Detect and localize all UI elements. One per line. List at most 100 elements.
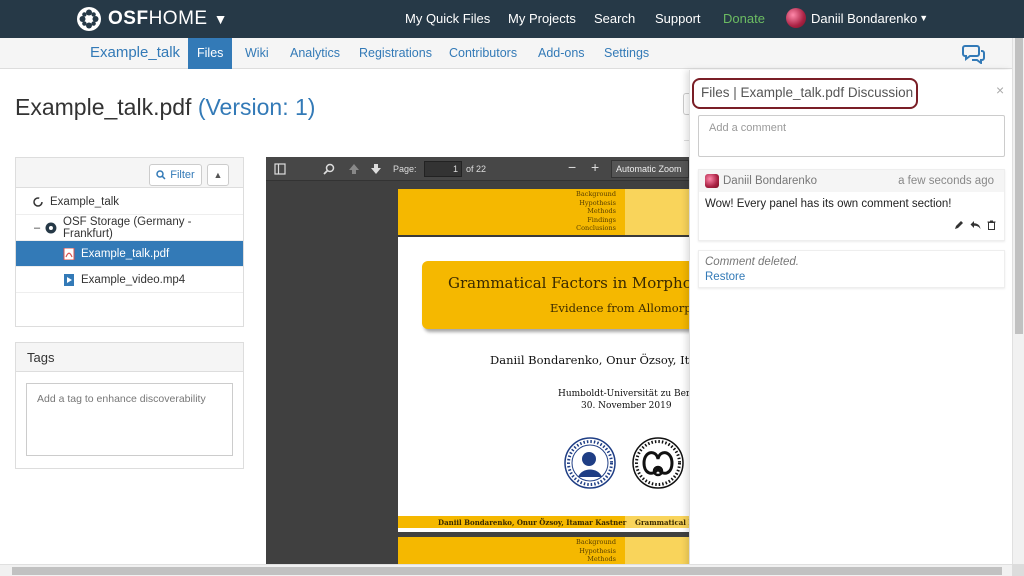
edit-pencil-icon[interactable] [954, 220, 964, 230]
file-tree-header: Filter ▲ [16, 158, 243, 188]
video-file-icon [64, 273, 74, 286]
sidebar-toggle-icon[interactable] [274, 163, 286, 175]
outline-item: Hypothesis [579, 546, 616, 555]
slide-divider [398, 235, 691, 237]
user-menu[interactable]: Daniil Bondarenko ▼ [786, 8, 928, 28]
brand-suffix: HOME [148, 8, 208, 29]
tree-row-storage[interactable]: – OSF Storage (Germany - Frankfurt) [16, 215, 243, 241]
slide-date: 30. November 2019 [581, 401, 672, 411]
tab-add-ons[interactable]: Add-ons [529, 38, 594, 69]
comments-icon[interactable] [962, 44, 986, 64]
vertical-scrollbar[interactable] [1012, 38, 1024, 564]
outline-item: Methods [587, 207, 616, 216]
tab-contributors[interactable]: Contributors [440, 38, 526, 69]
nav-support[interactable]: Support [655, 11, 701, 26]
filter-button[interactable]: Filter [149, 164, 202, 186]
comment-author[interactable]: Daniil Bondarenko [723, 175, 817, 187]
search-icon [156, 170, 166, 180]
outline-item: Background [576, 190, 616, 198]
trash-icon[interactable] [987, 220, 996, 230]
pdf-next-page: Background Hypothesis Methods [398, 537, 691, 564]
reply-icon[interactable] [970, 220, 981, 230]
slide-header-right [625, 537, 691, 564]
page-number-input[interactable]: 1 [424, 161, 462, 177]
slide-title: Grammatical Factors in Morpholo [448, 274, 691, 292]
file-title: Example_talk.pdf (Version: 1) [15, 94, 315, 121]
humboldt-seal-icon [564, 437, 616, 489]
project-spinner-icon [33, 196, 43, 207]
discussion-title: Files | Example_talk.pdf Discussion [692, 78, 918, 109]
slide-institution: Humboldt-Universität zu Berli [558, 389, 691, 399]
osf-logo-icon [77, 7, 101, 31]
outline-item: Conclusions [576, 224, 616, 233]
nav-donate[interactable]: Donate [723, 11, 765, 26]
user-name: Daniil Bondarenko [811, 10, 918, 26]
outline-item: Hypothesis [579, 198, 616, 207]
slide-authors: Daniil Bondarenko, Onur Özsoy, Ita [490, 353, 691, 367]
comment: Daniil Bondarenko a few seconds ago Wow!… [698, 169, 1005, 241]
avatar [705, 174, 719, 188]
tree-row-video[interactable]: Example_video.mp4 [16, 267, 243, 293]
tags-panel: Tags Add a tag to enhance discoverabilit… [15, 342, 244, 469]
tab-files[interactable]: Files [188, 38, 233, 69]
close-icon[interactable]: × [996, 82, 1004, 98]
slide-header-right [625, 189, 691, 235]
outline-item: Background [576, 538, 616, 546]
tab-registrations[interactable]: Registrations [350, 38, 441, 69]
scrollbar-corner [1012, 564, 1024, 576]
chevron-up-icon: ▲ [213, 170, 223, 180]
tree-row-pdf[interactable]: Example_talk.pdf [16, 241, 243, 267]
outline-item: Methods [587, 555, 616, 564]
restore-link[interactable]: Restore [705, 271, 745, 283]
osf-storage-icon [45, 222, 57, 233]
collapse-minus-icon[interactable]: – [34, 222, 40, 234]
slide-footer-right: Grammatical F [635, 518, 691, 527]
university-logo-icon [632, 437, 684, 489]
pdf-viewer[interactable]: Page: 1 of 22 − + Automatic Zoom Backgro… [266, 157, 691, 564]
slide-subtitle: Evidence from Allomorph [550, 301, 691, 315]
comment-actions [954, 220, 996, 230]
vertical-scroll-thumb[interactable] [1015, 38, 1023, 334]
deleted-comment: Comment deleted. Restore [698, 250, 1005, 288]
filter-label: Filter [170, 169, 195, 181]
slide-outline: Background Hypothesis Methods [576, 538, 616, 564]
slide-footer-left: Daniil Bondarenko, Onur Özsoy, Itamar Ka… [438, 518, 627, 527]
avatar [786, 8, 806, 28]
next-page-icon[interactable] [370, 163, 382, 175]
find-icon[interactable] [323, 163, 335, 175]
tree-row-label: Example_talk [50, 195, 120, 208]
zoom-select[interactable]: Automatic Zoom [611, 160, 689, 178]
tab-settings[interactable]: Settings [595, 38, 658, 69]
slide-title-box: Grammatical Factors in Morpholo Evidence… [422, 261, 691, 329]
nav-search[interactable]: Search [594, 11, 635, 26]
previous-page-icon[interactable] [348, 163, 360, 175]
horizontal-scrollbar[interactable] [0, 564, 1012, 576]
tab-analytics[interactable]: Analytics [281, 38, 349, 69]
brand-prefix: OSF [108, 8, 149, 29]
collapse-button[interactable]: ▲ [207, 164, 229, 186]
tree-row-project[interactable]: Example_talk [16, 189, 243, 215]
brand-name: OSFHOME [108, 8, 208, 30]
file-name: Example_talk.pdf [15, 94, 192, 120]
zoom-out-icon[interactable]: − [568, 159, 576, 175]
outline-item: Findings [587, 215, 616, 224]
file-tree-panel: Filter ▲ Example_talk – OSF Storage (Ger… [15, 157, 244, 327]
zoom-in-icon[interactable]: + [591, 159, 599, 175]
comment-input[interactable]: Add a comment [698, 115, 1005, 157]
tree-row-label: Example_talk.pdf [81, 247, 170, 260]
horizontal-scroll-thumb[interactable] [12, 567, 1002, 575]
comment-header: Daniil Bondarenko a few seconds ago [699, 170, 1004, 192]
comment-text: Wow! Every panel has its own comment sec… [705, 198, 952, 210]
tab-wiki[interactable]: Wiki [236, 38, 278, 69]
nav-my-projects[interactable]: My Projects [508, 11, 576, 26]
page: OSFHOME ▼ My Quick Files My Projects Sea… [0, 0, 1024, 576]
project-name-link[interactable]: Example_talk [90, 44, 180, 61]
brand[interactable]: OSFHOME ▼ [76, 6, 227, 32]
version-link[interactable]: (Version: 1) [198, 94, 316, 120]
tag-input[interactable]: Add a tag to enhance discoverability [26, 383, 233, 456]
slide-outline: Background Hypothesis Methods Findings C… [576, 190, 616, 233]
pdf-file-icon [63, 247, 75, 260]
discussion-panel: Files | Example_talk.pdf Discussion × Ad… [689, 70, 1012, 576]
nav-my-quick-files[interactable]: My Quick Files [405, 11, 490, 26]
user-caret-icon: ▼ [919, 13, 929, 23]
